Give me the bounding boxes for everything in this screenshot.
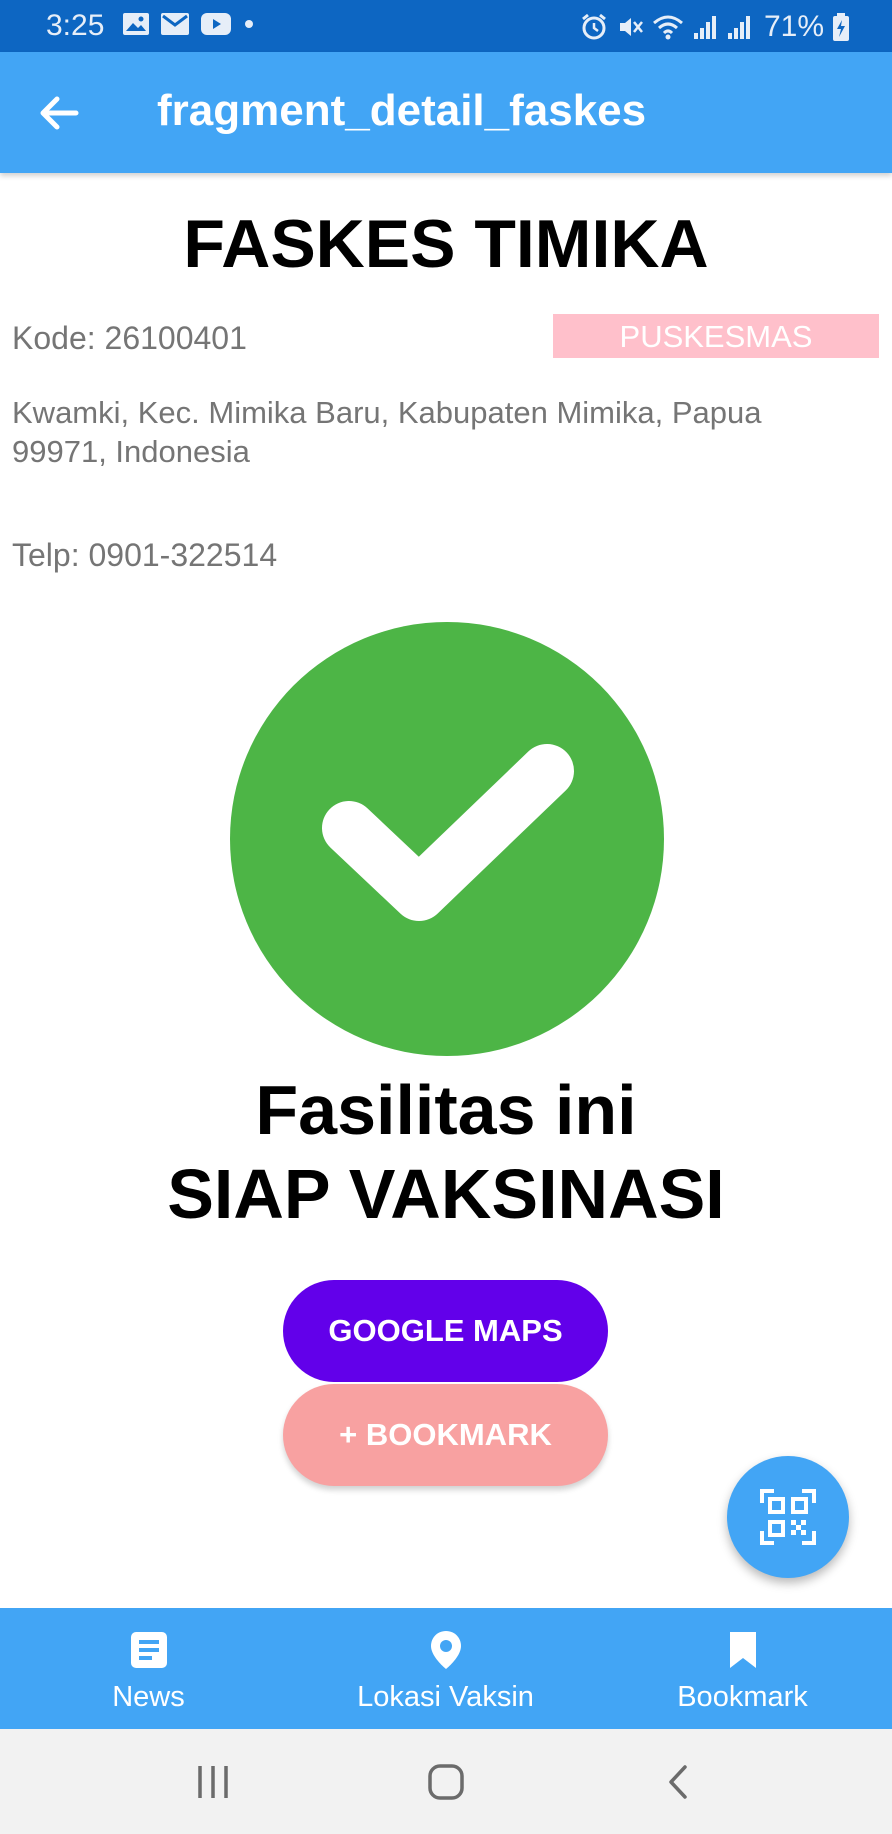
recents-icon[interactable] bbox=[196, 1764, 230, 1800]
app-bar-title: fragment_detail_faskes bbox=[157, 86, 647, 135]
battery-percentage: 71% bbox=[763, 10, 824, 43]
back-icon[interactable] bbox=[665, 1764, 691, 1800]
mail-icon bbox=[161, 13, 189, 35]
nav-item-label: News bbox=[112, 1681, 185, 1713]
wifi-icon bbox=[652, 15, 683, 40]
qr-scan-fab[interactable] bbox=[727, 1456, 849, 1578]
faskes-name: FASKES TIMIKA bbox=[183, 206, 709, 282]
youtube-icon bbox=[201, 13, 231, 35]
location-pin-icon bbox=[431, 1631, 461, 1669]
bookmark-icon bbox=[730, 1632, 756, 1668]
check-circle-icon bbox=[230, 622, 664, 1056]
nav-item-label: Lokasi Vaksin bbox=[357, 1681, 534, 1713]
system-navigation-bar bbox=[0, 1729, 892, 1834]
faskes-phone: Telp: 0901-322514 bbox=[12, 537, 278, 573]
image-icon bbox=[123, 13, 149, 35]
alarm-icon bbox=[582, 13, 606, 40]
status-bar: 3:25 71% bbox=[0, 0, 892, 52]
status-line-2: SIAP VAKSINASI bbox=[167, 1155, 725, 1233]
nav-item-lokasi-vaksin[interactable]: Lokasi Vaksin bbox=[297, 1608, 594, 1729]
notification-icons bbox=[122, 12, 256, 36]
signal-icon bbox=[693, 16, 716, 39]
bottom-navigation: News Lokasi Vaksin Bookmark bbox=[0, 1608, 892, 1729]
article-icon bbox=[131, 1632, 167, 1668]
signal-icon bbox=[727, 16, 750, 39]
dot-icon bbox=[245, 20, 253, 28]
home-icon[interactable] bbox=[427, 1764, 465, 1800]
status-line-1: Fasilitas ini bbox=[255, 1071, 637, 1149]
app-bar: fragment_detail_faskes bbox=[0, 52, 892, 173]
mute-icon bbox=[619, 18, 643, 36]
system-status-icons: 71% bbox=[580, 10, 850, 44]
vaccination-status: Fasilitas ini SIAP VAKSINASI bbox=[0, 1068, 892, 1236]
google-maps-button[interactable]: GOOGLE MAPS bbox=[283, 1280, 608, 1382]
nav-item-bookmark[interactable]: Bookmark bbox=[594, 1608, 891, 1729]
add-bookmark-button[interactable]: + BOOKMARK bbox=[283, 1384, 608, 1486]
faskes-address: Kwamki, Kec. Mimika Baru, Kabupaten Mimi… bbox=[12, 395, 762, 469]
nav-item-label: Bookmark bbox=[677, 1681, 808, 1713]
status-time: 3:25 bbox=[46, 9, 105, 42]
qr-code-icon bbox=[760, 1489, 816, 1545]
nav-item-news[interactable]: News bbox=[0, 1608, 297, 1729]
faskes-type-badge: PUSKESMAS bbox=[553, 314, 879, 358]
faskes-code: Kode: 26100401 bbox=[12, 320, 247, 356]
arrow-back-icon[interactable] bbox=[36, 90, 82, 136]
battery-icon bbox=[833, 13, 849, 41]
